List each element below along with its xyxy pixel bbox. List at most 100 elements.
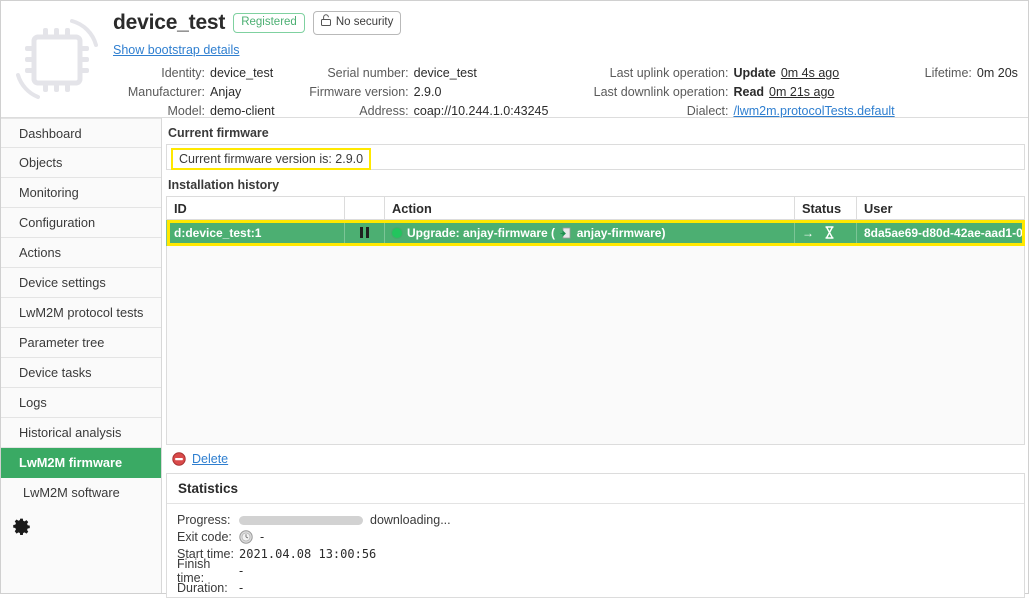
sidebar-item-parameter-tree[interactable]: Parameter tree bbox=[1, 328, 161, 358]
detail-model-value: demo-client bbox=[210, 104, 275, 118]
current-firmware-title: Current firmware bbox=[168, 126, 269, 140]
sidebar-item-device-settings[interactable]: Device settings bbox=[1, 268, 161, 298]
stat-exit-code-value: - bbox=[260, 530, 265, 544]
detail-uplink: Last uplink operation: Update 0m 4s ago bbox=[586, 66, 894, 81]
delete-row: Delete bbox=[162, 445, 1028, 473]
pause-button[interactable] bbox=[344, 219, 385, 246]
stat-progress: Progress: downloading... bbox=[177, 512, 1024, 529]
detail-identity-label: Identity: bbox=[161, 66, 205, 80]
details-column-3: Last uplink operation: Update 0m 4s ago … bbox=[586, 66, 895, 119]
detail-identity: Identity: device_test bbox=[113, 66, 275, 81]
stat-duration: Duration: - bbox=[177, 580, 1024, 597]
detail-uplink-op: Update bbox=[733, 66, 776, 80]
sidebar-item-lwm2m-protocol-tests[interactable]: LwM2M protocol tests bbox=[1, 298, 161, 328]
page-title: device_test bbox=[113, 11, 226, 34]
status-badge: Registered bbox=[233, 12, 305, 34]
progress-bar bbox=[239, 515, 363, 525]
arrow-right-icon: → bbox=[802, 225, 814, 240]
stat-start-time: Start time: 2021.04.08 13:00:56 bbox=[177, 546, 1024, 563]
app-window: device_test Registered No security Show … bbox=[0, 0, 1029, 598]
detail-manufacturer-value: Anjay bbox=[210, 85, 242, 99]
sidebar-item-logs[interactable]: Logs bbox=[1, 388, 161, 418]
detail-serial-label: Serial number: bbox=[327, 66, 409, 80]
cell-user: 8da5ae69-d80d-42ae-aad1-01ba38a9e8bb bbox=[855, 219, 1026, 246]
column-header-control bbox=[344, 196, 385, 220]
title-row: device_test Registered No security bbox=[113, 11, 1028, 35]
table-empty-area bbox=[166, 245, 1026, 445]
stat-duration-label: Duration: bbox=[177, 581, 228, 595]
detail-identity-value: device_test bbox=[210, 66, 274, 80]
sidebar-item-actions[interactable]: Actions bbox=[1, 238, 161, 268]
stat-exit-code: Exit code: - bbox=[177, 529, 1024, 546]
cell-action: Upgrade: anjay-firmware ( anjay-firmware… bbox=[384, 219, 795, 246]
main-content: Current firmware Current firmware versio… bbox=[162, 118, 1029, 598]
sidebar-item-objects[interactable]: Objects bbox=[1, 148, 161, 178]
detail-model-label: Model: bbox=[167, 104, 205, 118]
column-header-status[interactable]: Status bbox=[794, 196, 857, 220]
delete-icon[interactable] bbox=[172, 451, 186, 466]
detail-firmware: Firmware version: 2.9.0 bbox=[297, 85, 549, 100]
detail-lifetime: Lifetime: 0m 20s bbox=[925, 66, 1018, 81]
body: Dashboard Objects Monitoring Configurati… bbox=[1, 118, 1029, 598]
sidebar-item-dashboard[interactable]: Dashboard bbox=[1, 118, 161, 148]
detail-downlink-op: Read bbox=[733, 85, 765, 99]
detail-uplink-label: Last uplink operation: bbox=[609, 66, 729, 80]
sidebar-filler bbox=[1, 538, 161, 593]
lock-open-icon bbox=[320, 14, 331, 30]
detail-uplink-time[interactable]: 0m 4s ago bbox=[781, 66, 839, 81]
details-column-1: Identity: device_test Manufacturer: Anja… bbox=[113, 66, 275, 119]
delete-button[interactable]: Delete bbox=[192, 452, 228, 466]
column-header-user[interactable]: User bbox=[855, 196, 1026, 220]
cell-status: → bbox=[794, 219, 857, 246]
stat-progress-label: Progress: bbox=[177, 513, 231, 527]
detail-address: Address: coap://10.244.1.0:43245 bbox=[297, 104, 549, 119]
statistics-title: Statistics bbox=[167, 474, 1025, 504]
cell-action-package: anjay-firmware) bbox=[576, 225, 666, 240]
sidebar-item-lwm2m-firmware[interactable]: LwM2M firmware bbox=[1, 448, 161, 478]
sidebar-item-historical-analysis[interactable]: Historical analysis bbox=[1, 418, 161, 448]
detail-manufacturer: Manufacturer: Anjay bbox=[113, 85, 275, 100]
detail-firmware-value: 2.9.0 bbox=[413, 85, 442, 99]
cell-id: d:device_test:1 bbox=[166, 219, 345, 246]
device-chip-logo bbox=[1, 7, 113, 117]
stat-exit-code-label: Exit code: bbox=[177, 530, 232, 544]
show-bootstrap-details-link[interactable]: Show bootstrap details bbox=[113, 43, 239, 57]
sidebar-item-monitoring[interactable]: Monitoring bbox=[1, 178, 161, 208]
installation-history-table: ID Action Status User d:device_test:1 Up… bbox=[162, 196, 1028, 445]
device-header: device_test Registered No security Show … bbox=[1, 1, 1028, 118]
cell-action-label: Upgrade: anjay-firmware ( bbox=[407, 225, 556, 240]
details-column-2: Serial number: device_test Firmware vers… bbox=[297, 66, 549, 119]
table-row[interactable]: d:device_test:1 Upgrade: anjay-firmware … bbox=[166, 219, 1026, 246]
detail-address-label: Address: bbox=[359, 104, 409, 118]
sidebar-item-configuration[interactable]: Configuration bbox=[1, 208, 161, 238]
current-firmware-panel: Current firmware version is: 2.9.0 bbox=[162, 144, 1028, 170]
security-badge-label: No security bbox=[335, 15, 394, 28]
sidebar-item-lwm2m-software[interactable]: LwM2M software bbox=[1, 478, 161, 508]
sidebar-item-device-tasks[interactable]: Device tasks bbox=[1, 358, 161, 388]
progress-status-text: downloading... bbox=[370, 513, 451, 527]
statistics-section: Statistics Progress: downloading... Exit… bbox=[162, 472, 1028, 598]
detail-lifetime-value: 0m 20s bbox=[976, 66, 1018, 80]
column-header-id[interactable]: ID bbox=[166, 196, 345, 220]
hourglass-icon bbox=[824, 226, 835, 240]
stat-start-time-value: 2021.04.08 13:00:56 bbox=[239, 547, 377, 561]
detail-serial-value: device_test bbox=[413, 66, 477, 80]
details-column-4: Lifetime: 0m 20s bbox=[925, 66, 1018, 119]
current-firmware-version: Current firmware version is: 2.9.0 bbox=[171, 147, 372, 170]
detail-dialect-value[interactable]: /lwm2m.protocolTests.default bbox=[733, 104, 894, 118]
sidebar: Dashboard Objects Monitoring Configurati… bbox=[1, 118, 162, 593]
status-dot-icon bbox=[392, 227, 402, 238]
detail-lifetime-label: Lifetime: bbox=[924, 66, 972, 80]
pause-icon[interactable] bbox=[360, 226, 369, 238]
gear-icon[interactable] bbox=[13, 518, 30, 538]
detail-downlink-time[interactable]: 0m 21s ago bbox=[769, 85, 834, 100]
stat-finish-time-value: - bbox=[239, 564, 244, 578]
column-header-action[interactable]: Action bbox=[384, 196, 795, 220]
detail-manufacturer-label: Manufacturer: bbox=[127, 85, 205, 99]
detail-model: Model: demo-client bbox=[113, 104, 275, 119]
package-icon bbox=[555, 226, 577, 240]
sidebar-settings[interactable] bbox=[1, 508, 161, 538]
detail-address-value: coap://10.244.1.0:43245 bbox=[413, 104, 549, 118]
installation-history-title: Installation history bbox=[168, 178, 280, 192]
detail-dialect: Dialect: /lwm2m.protocolTests.default bbox=[586, 104, 895, 119]
